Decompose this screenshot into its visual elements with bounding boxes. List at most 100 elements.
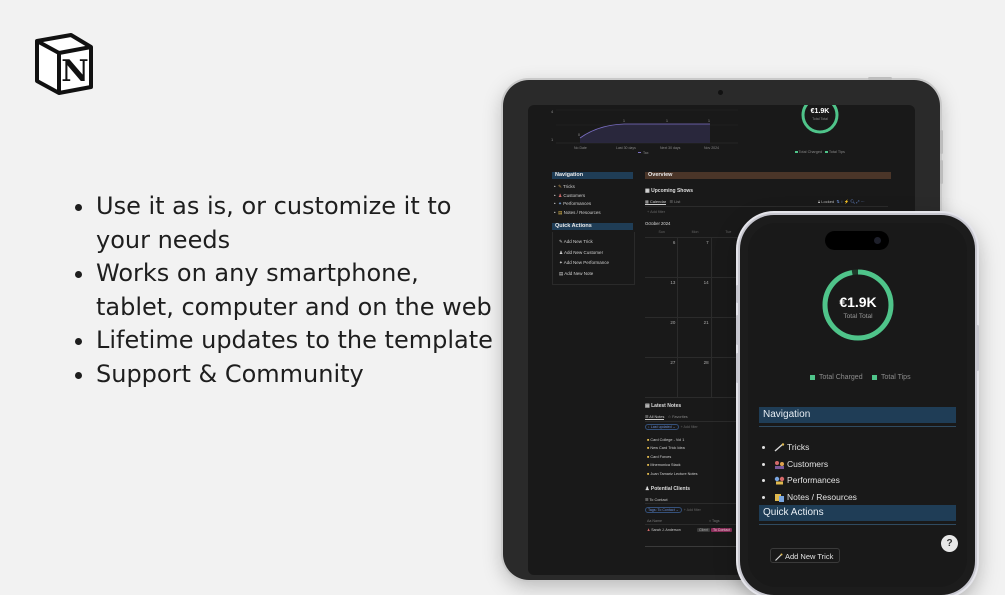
- calendar-day[interactable]: 7: [678, 238, 712, 278]
- x-tick: Nov 2024: [704, 146, 719, 150]
- quick-action-add-customer[interactable]: ♟ Add New Customer: [559, 249, 609, 260]
- nav-item-customers[interactable]: Customers: [762, 456, 857, 473]
- nav-item-customers[interactable]: • ♟ Customers: [554, 192, 601, 201]
- tablet-navigation-list: • ✎ Tricks • ♟ Customers • ✦ Performance…: [554, 183, 601, 217]
- calendar-grid: 6 7 13 14 20 21 27 28: [645, 237, 745, 398]
- y-tick: 1: [551, 137, 554, 142]
- latest-notes-list: ■ Card College - Vol 1 ■ New Card Trick …: [647, 436, 698, 478]
- tab-calendar[interactable]: ▦ Calendar: [645, 199, 667, 205]
- feature-item: Works on any smartphone, tablet, compute…: [96, 257, 496, 324]
- locked-indicator[interactable]: 🔒︎ Locked ⇅ ↕ ⚡ 🔍︎ ⤢ ···: [818, 199, 865, 204]
- wand-icon: [774, 443, 785, 452]
- upcoming-shows-title: ▦ Upcoming Shows: [645, 188, 694, 194]
- phone-action-button: [736, 285, 739, 303]
- tablet-line-chart: 4 1 0 1 1 1 No Date Last 30 days Next 30…: [551, 109, 738, 155]
- point-label: 1: [708, 119, 710, 123]
- calendar-day[interactable]: 28: [678, 358, 712, 398]
- feature-item: Lifetime updates to the template: [96, 324, 496, 358]
- tablet-camera: [718, 90, 723, 95]
- nav-item-performances[interactable]: • ✦ Performances: [554, 200, 601, 209]
- legend-total-charged: Total Charged: [810, 374, 863, 381]
- list-item[interactable]: ■ New Card Trick Idea: [647, 444, 698, 452]
- tablet-quick-actions-heading: Quick Actions: [552, 223, 633, 230]
- chart-legend: Tax: [643, 151, 649, 155]
- x-tick: No Date: [574, 146, 587, 150]
- phone-power-button: [976, 325, 979, 371]
- add-filter-button[interactable]: + Add filter: [681, 425, 698, 429]
- add-new-trick-button[interactable]: Add New Trick: [770, 548, 840, 563]
- list-item[interactable]: ■ Card Forces: [647, 453, 698, 461]
- add-filter-button[interactable]: + Add filter: [684, 508, 701, 512]
- legend-total-tips: Total Tips: [872, 374, 911, 381]
- legend-label: Total Tips: [828, 150, 845, 154]
- y-tick: 4: [551, 109, 554, 114]
- potential-clients-tab[interactable]: ☰ To Contact: [645, 497, 668, 502]
- phone-volume-down: [736, 353, 739, 383]
- tag-badge: To Contact: [711, 528, 733, 532]
- phone-ring-label: Total Total: [843, 313, 873, 320]
- phone-screen: €1.9K Total Total Total Charged Total Ti…: [748, 223, 967, 587]
- add-filter-button[interactable]: + Add filter: [647, 210, 665, 214]
- clients-table-header: Aa Name ⌗ Tags: [647, 519, 720, 523]
- calendar-day[interactable]: 13: [645, 278, 679, 318]
- tablet-view-tabs: ▦ Calendar ☰ List: [645, 199, 680, 205]
- lock-icon: 🔒︎: [818, 199, 821, 204]
- phone-navigation-list: Tricks Customers Performances Notes / Re…: [762, 439, 857, 505]
- calendar-day[interactable]: 6: [645, 238, 679, 278]
- performance-icon: [774, 477, 785, 485]
- tablet-top-button: [868, 77, 892, 80]
- nav-item-performances[interactable]: Performances: [762, 472, 857, 489]
- phone-device: €1.9K Total Total Total Charged Total Ti…: [736, 215, 979, 595]
- filter-last-updated[interactable]: ↓ Last updated ⌄: [645, 424, 679, 430]
- calendar-day[interactable]: 21: [678, 318, 712, 358]
- phone-navigation-heading: Navigation: [759, 407, 956, 423]
- tab-all-notes[interactable]: ☰ All Notes: [645, 415, 665, 420]
- nav-item-tricks[interactable]: • ✎ Tricks: [554, 183, 601, 192]
- potential-clients-filters: Tags: To Contact ⌄ + Add filter: [645, 507, 701, 513]
- calendar-day[interactable]: 27: [645, 358, 679, 398]
- calendar-day[interactable]: 14: [678, 278, 712, 318]
- legend-label: Total Charged: [798, 150, 823, 154]
- latest-notes-filters: ↓ Last updated ⌄ + Add filter: [645, 424, 698, 430]
- x-tick: Last 30 days: [616, 146, 636, 150]
- notebook-icon: [775, 493, 784, 502]
- wand-icon: [775, 553, 783, 561]
- help-button[interactable]: ?: [941, 535, 958, 552]
- feature-item: Support & Community: [96, 358, 496, 392]
- people-icon: [775, 460, 784, 469]
- list-item[interactable]: ■ Mnemonica Stack: [647, 461, 698, 469]
- tab-favorites[interactable]: ☆ Favorites: [668, 415, 688, 419]
- nav-item-tricks[interactable]: Tricks: [762, 439, 857, 456]
- tablet-volume-up: [940, 130, 943, 154]
- latest-notes-title: ▤ Latest Notes: [645, 403, 682, 409]
- list-item[interactable]: ■ Card College - Vol 1: [647, 436, 698, 444]
- tab-list[interactable]: ☰ List: [669, 199, 680, 204]
- x-tick: Next 30 days: [660, 146, 681, 150]
- quick-action-add-performance[interactable]: ✦ Add New Performance: [559, 259, 609, 270]
- dynamic-island: [825, 231, 889, 250]
- logo-letter: N: [61, 54, 88, 89]
- phone-volume-up: [736, 315, 739, 345]
- nav-item-notes[interactable]: Notes / Resources: [762, 489, 857, 506]
- list-item[interactable]: ■ Juan Tamariz Lecture Notes: [647, 470, 698, 478]
- tablet-volume-down: [940, 160, 943, 184]
- table-row[interactable]: ♟ Sarah J. Anderson Client To Contact: [647, 528, 747, 532]
- calendar-month: October 2024: [645, 221, 671, 226]
- phone-quick-actions-heading: Quick Actions: [759, 505, 956, 521]
- filter-tags[interactable]: Tags: To Contact ⌄: [645, 507, 682, 513]
- tag-badge: Client: [697, 528, 711, 532]
- tablet-ring-value: €1.9K: [810, 108, 830, 115]
- tablet-navigation-heading: Navigation: [552, 172, 633, 179]
- feature-list: Use it as is, or customize it to your ne…: [72, 190, 496, 391]
- tablet-quick-actions-list: ✎ Add New Trick ♟ Add New Customer ✦ Add…: [559, 238, 609, 280]
- nav-item-notes[interactable]: • ▤ Notes / Resources: [554, 209, 601, 218]
- tablet-ring-label: Total Total: [812, 117, 828, 121]
- quick-action-add-note[interactable]: ▤ Add New Note: [559, 270, 609, 281]
- latest-notes-tabs: ☰ All Notes ☆ Favorites: [645, 414, 688, 420]
- quick-action-add-trick[interactable]: ✎ Add New Trick: [559, 238, 609, 249]
- add-new-trick-label: Add New Trick: [785, 552, 834, 561]
- potential-clients-title: ♟ Potential Clients: [645, 486, 691, 492]
- phone-ring-value: €1.9K: [839, 294, 877, 310]
- calendar-day[interactable]: 20: [645, 318, 679, 358]
- feature-item: Use it as is, or customize it to your ne…: [96, 190, 496, 257]
